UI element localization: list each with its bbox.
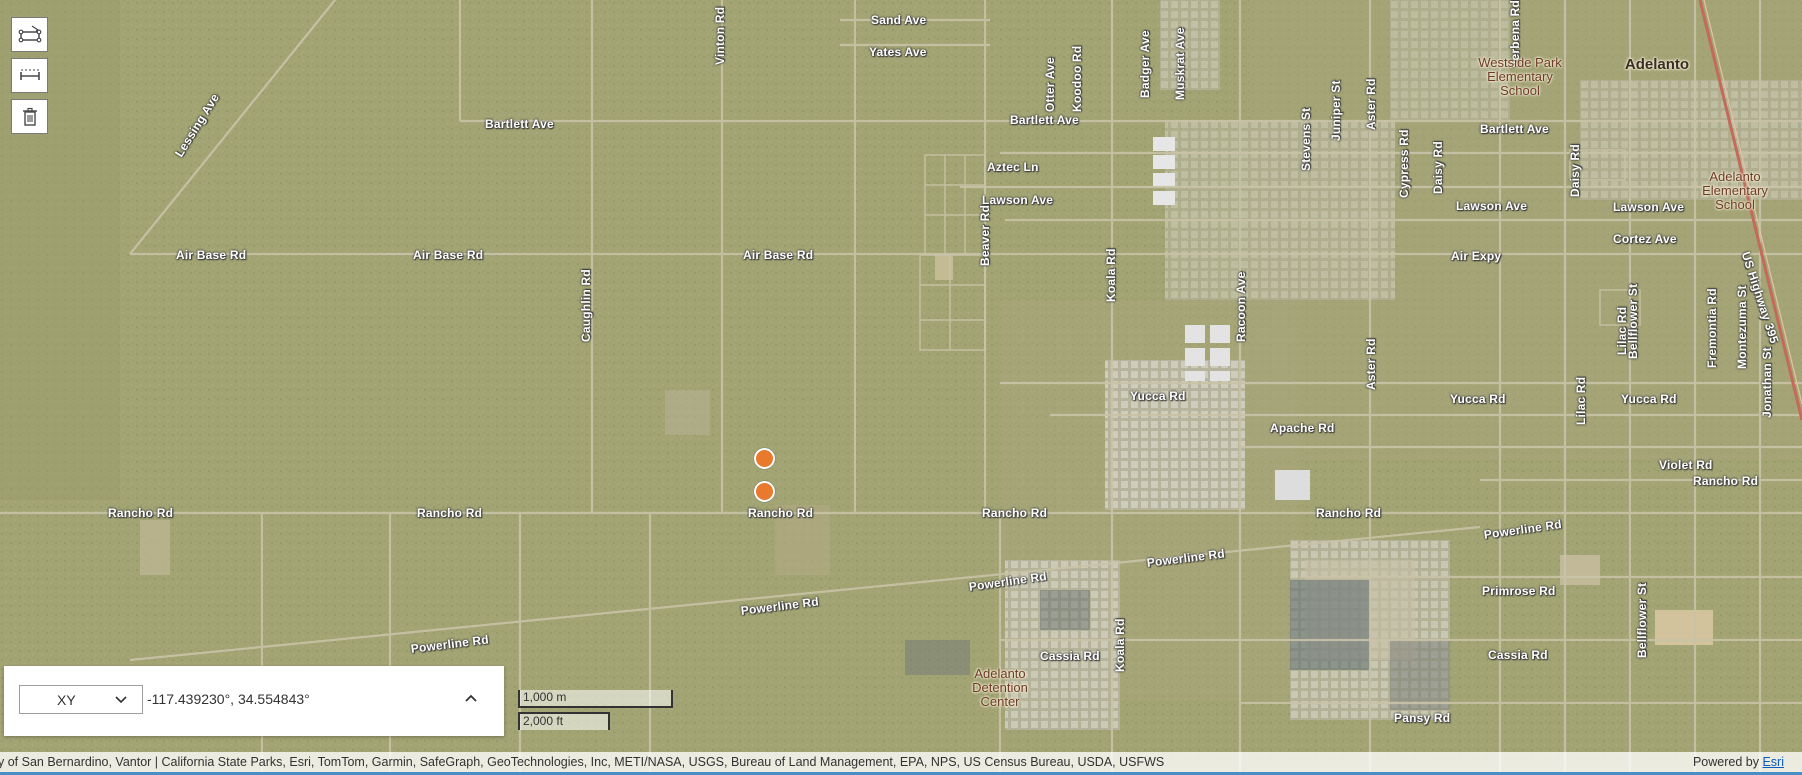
map-attribution: y of San Bernardino, Vantor | California… — [0, 752, 1802, 772]
road-label: Bartlett Ave — [485, 117, 554, 131]
chevron-up-icon[interactable] — [462, 690, 480, 708]
road-label: Bartlett Ave — [1010, 113, 1079, 127]
road-label: Cypress Rd — [1397, 129, 1411, 198]
road-label: Apache Rd — [1270, 421, 1335, 435]
chevron-down-icon — [115, 696, 127, 704]
road-label: Pansy Rd — [1394, 711, 1451, 725]
road-label: Stevens St — [1299, 107, 1313, 171]
map-view[interactable]: Lessing Ave Bartlett Ave Bartlett Ave Bartl… — [0, 0, 1802, 775]
road-label: Yates Ave — [869, 45, 927, 59]
poi-label: Adelanto Detention Center — [972, 666, 1028, 709]
powered-by-label: Powered by — [1692, 755, 1759, 769]
road-label: Bellflower St — [1635, 582, 1649, 658]
road-label: Caughlin Rd — [579, 269, 593, 342]
measure-icon — [19, 69, 40, 80]
road-label: Primrose Rd — [1482, 584, 1556, 598]
measure-tool-button[interactable] — [11, 58, 48, 93]
road-label: Aztec Ln — [987, 160, 1039, 174]
road-label: Rancho Rd — [982, 506, 1048, 520]
road-label: Rancho Rd — [417, 506, 483, 520]
road-label: Racoon Ave — [1234, 271, 1248, 342]
road-label: Montezuma St — [1735, 285, 1749, 369]
scale-bar-metric: 1,000 m — [518, 690, 673, 708]
road-label: Fremontia Rd — [1705, 288, 1719, 368]
poi-label: Westside Park Elementary School — [1478, 55, 1562, 98]
road-label: Lawson Ave — [982, 193, 1054, 207]
point-marker[interactable] — [754, 481, 775, 502]
road-label: Vinton Rd — [713, 6, 727, 65]
road-label: Cortez Ave — [1613, 232, 1677, 246]
scale-bar-imperial: 2,000 ft — [518, 712, 610, 730]
road-label: Jonathan St — [1760, 347, 1774, 418]
city-label: Adelanto — [1624, 56, 1690, 73]
road-label: Bellflower St — [1626, 283, 1640, 359]
road-label: Yucca Rd — [1130, 389, 1186, 403]
road-label: Air Base Rd — [743, 248, 814, 262]
coordinate-format-value: XY — [57, 691, 76, 708]
trash-icon — [22, 107, 37, 126]
road-label: Koodoo Rd — [1070, 45, 1084, 112]
esri-link[interactable]: Esri — [1762, 755, 1784, 769]
point-marker[interactable] — [754, 448, 775, 469]
road-label: Cassia Rd — [1488, 648, 1548, 662]
coordinate-format-select[interactable]: XY — [19, 685, 143, 714]
road-label: Air Base Rd — [413, 248, 484, 262]
road-label: Yucca Rd — [1621, 392, 1677, 406]
powered-by: Powered by Esri — [1693, 752, 1784, 772]
road-label: Air Expy — [1451, 249, 1502, 263]
road-label: Yucca Rd — [1450, 392, 1506, 406]
road-label: Aster Rd — [1364, 78, 1378, 130]
road-label: Lawson Ave — [1456, 199, 1528, 213]
road-label: Daisy Rd — [1568, 144, 1582, 197]
road-label: Beaver Rd — [978, 204, 992, 266]
poi-label: Adelanto Elementary School — [1702, 169, 1768, 212]
road-label: Daisy Rd — [1431, 141, 1445, 194]
road-label: Air Base Rd — [176, 248, 247, 262]
road-label: Sand Ave — [871, 13, 927, 27]
delete-tool-button[interactable] — [11, 99, 48, 134]
sketch-icon — [18, 24, 41, 42]
road-label: Otter Ave — [1043, 57, 1057, 112]
road-label: Rancho Rd — [108, 506, 174, 520]
coordinate-conversion-widget: XY -117.439230°, 34.554843° — [4, 666, 504, 736]
attribution-text: y of San Bernardino, Vantor | California… — [0, 755, 1165, 769]
road-label: Violet Rd — [1659, 458, 1713, 472]
road-label: Badger Ave — [1138, 30, 1152, 98]
road-label: Koala Rd — [1113, 618, 1127, 672]
sketch-tool-button[interactable] — [11, 17, 48, 52]
road-label: Rancho Rd — [1316, 506, 1382, 520]
road-label: Aster Rd — [1364, 338, 1378, 390]
road-label: Muskrat Ave — [1173, 27, 1187, 100]
road-label: Cassia Rd — [1040, 649, 1100, 663]
road-label: Lilac Rd — [1574, 376, 1588, 425]
road-label: Rancho Rd — [748, 506, 814, 520]
road-label: Rancho Rd — [1693, 474, 1759, 488]
road-label: Lawson Ave — [1613, 200, 1685, 214]
road-label: Juniper St — [1329, 80, 1343, 141]
coordinate-readout: -117.439230°, 34.554843° — [147, 691, 310, 707]
road-label: Koala Rd — [1104, 248, 1118, 302]
road-label: Bartlett Ave — [1480, 122, 1549, 136]
